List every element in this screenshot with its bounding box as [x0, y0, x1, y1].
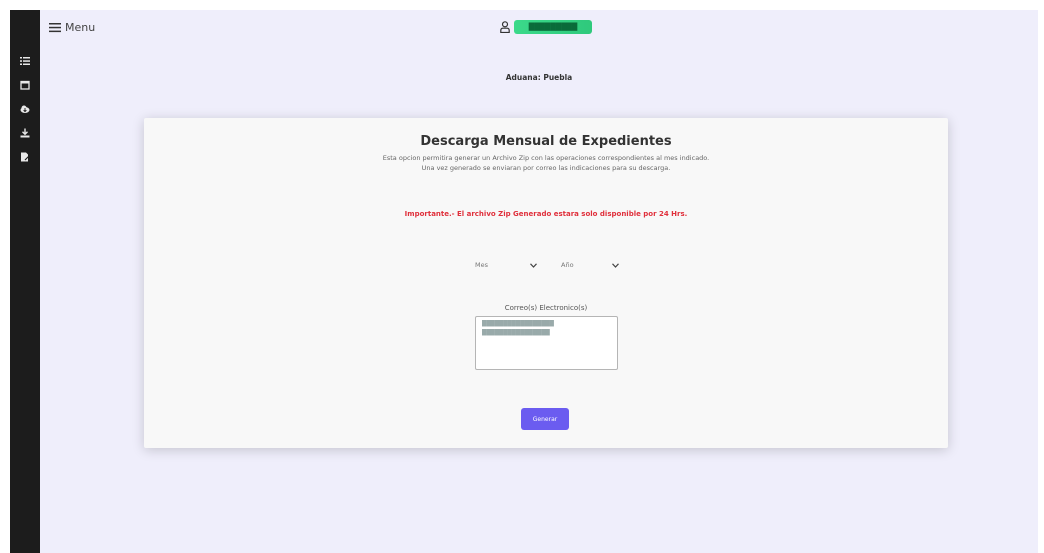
email-line: █████████████████	[482, 321, 554, 327]
chevron-down-icon	[612, 262, 619, 268]
description-line-1: Esta opcion permitira generar un Archivo…	[382, 154, 710, 162]
menu-toggle[interactable]: Menu	[49, 21, 95, 34]
year-select[interactable]: Año	[555, 255, 625, 275]
email-textarea[interactable]: █████████████████ ████████████████	[475, 316, 618, 370]
email-label: Correo(s) Electronico(s)	[504, 304, 588, 312]
aduana-label: Aduana: Puebla	[505, 73, 573, 82]
user-area[interactable]: █████████	[500, 20, 592, 34]
email-line: ████████████████	[482, 330, 550, 336]
hamburger-icon	[49, 23, 61, 33]
generate-button[interactable]: Generar	[521, 408, 569, 430]
description-line-2: Una vez generado se enviaran por correo …	[421, 164, 671, 172]
list-icon[interactable]	[18, 54, 32, 68]
month-select[interactable]: Mes	[469, 255, 543, 275]
file-edit-icon[interactable]	[18, 150, 32, 164]
download-icon[interactable]	[18, 126, 32, 140]
calendar-icon[interactable]	[18, 78, 32, 92]
user-name-badge: █████████	[514, 20, 592, 34]
date-selectors: Mes Año	[469, 255, 625, 275]
sidebar	[10, 10, 40, 553]
download-card: Descarga Mensual de Expedientes Esta opc…	[144, 118, 948, 448]
user-icon	[500, 21, 510, 33]
menu-label: Menu	[65, 21, 96, 34]
page-title: Descarga Mensual de Expedientes	[420, 134, 672, 149]
year-select-value: Año	[561, 261, 574, 269]
chevron-down-icon	[530, 262, 537, 268]
important-notice: Importante.- El archivo Zip Generado est…	[404, 210, 688, 218]
month-select-value: Mes	[475, 261, 488, 269]
main-content: Menu █████████ Aduana: Puebla Descarga M…	[40, 10, 1038, 553]
cloud-download-icon[interactable]	[18, 102, 32, 116]
